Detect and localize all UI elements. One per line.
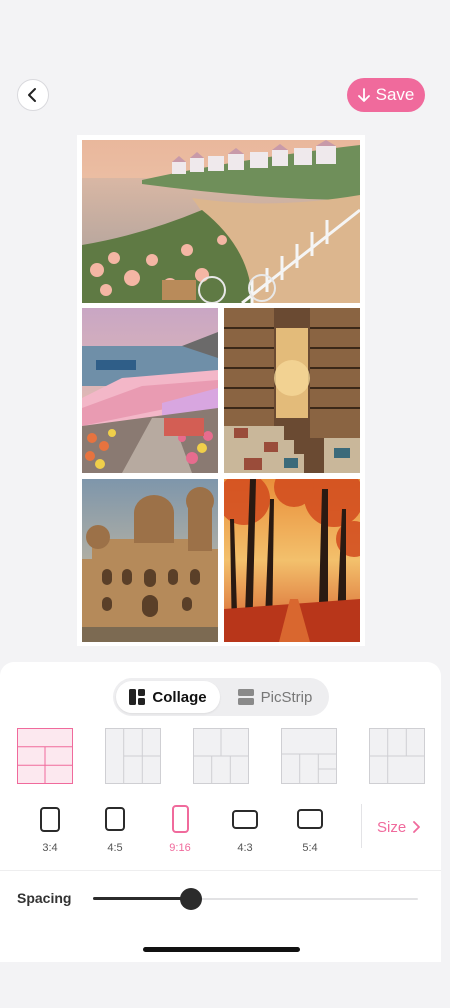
- ratio-9-16-icon: [171, 805, 189, 833]
- ratio-4-3[interactable]: 4:3: [220, 802, 270, 858]
- collage-icon: [129, 689, 146, 705]
- mode-switcher: Collage PicStrip: [113, 678, 329, 716]
- layout-option-3[interactable]: [193, 728, 249, 784]
- ratio-4-5-label: 4:5: [107, 842, 123, 854]
- chevron-left-icon: [28, 88, 36, 102]
- layout-option-1[interactable]: [17, 728, 73, 784]
- ratio-4-5[interactable]: 4:5: [90, 802, 140, 858]
- ratio-5-4-icon: [297, 809, 323, 829]
- ratio-4-3-icon: [232, 809, 258, 829]
- photo-bookshop[interactable]: [224, 308, 360, 473]
- aspect-ratio-picker: 3:4 4:5 9:16 4:3 5:4: [0, 802, 441, 858]
- ratio-9-16-label: 9:16: [169, 842, 191, 854]
- tab-picstrip[interactable]: PicStrip: [225, 681, 325, 713]
- tab-picstrip-label: PicStrip: [260, 688, 313, 706]
- photo-coastal-village[interactable]: [82, 140, 360, 303]
- panel-divider: [0, 870, 441, 871]
- chevron-right-icon: [413, 821, 421, 833]
- arrow-down-icon: [357, 88, 370, 102]
- layout-option-5[interactable]: [369, 728, 425, 784]
- save-label: Save: [375, 85, 415, 104]
- size-button[interactable]: Size: [377, 817, 421, 837]
- ratio-divider: [361, 804, 362, 848]
- photo-flower-market[interactable]: [82, 308, 218, 473]
- picstrip-icon: [237, 689, 254, 705]
- spacing-slider[interactable]: [93, 888, 418, 910]
- ratio-3-4[interactable]: 3:4: [25, 802, 75, 858]
- ratio-3-4-icon: [40, 806, 60, 832]
- collage-preview: [77, 135, 365, 646]
- spacing-slider-fill: [93, 897, 191, 900]
- ratio-5-4[interactable]: 5:4: [285, 802, 335, 858]
- ratio-9-16[interactable]: 9:16: [155, 802, 205, 858]
- home-indicator: [143, 947, 300, 952]
- photo-autumn-forest[interactable]: [224, 479, 360, 642]
- spacing-slider-thumb[interactable]: [180, 888, 202, 910]
- layout-picker: [0, 728, 441, 786]
- layout-option-2[interactable]: [105, 728, 161, 784]
- save-button[interactable]: Save: [347, 78, 425, 112]
- ratio-4-3-label: 4:3: [237, 842, 253, 854]
- size-label: Size: [377, 818, 407, 836]
- tab-collage[interactable]: Collage: [116, 681, 220, 713]
- back-button[interactable]: [17, 79, 49, 111]
- photo-palace[interactable]: [82, 479, 218, 642]
- ratio-5-4-label: 5:4: [302, 842, 318, 854]
- spacing-label: Spacing: [17, 890, 72, 906]
- editor-panel: Collage PicStrip 3:4 4:5 9:16 4:3 5:4 Si…: [0, 662, 441, 962]
- tab-collage-label: Collage: [152, 688, 207, 706]
- ratio-3-4-label: 3:4: [42, 842, 58, 854]
- ratio-4-5-icon: [105, 807, 125, 831]
- layout-option-4[interactable]: [281, 728, 337, 784]
